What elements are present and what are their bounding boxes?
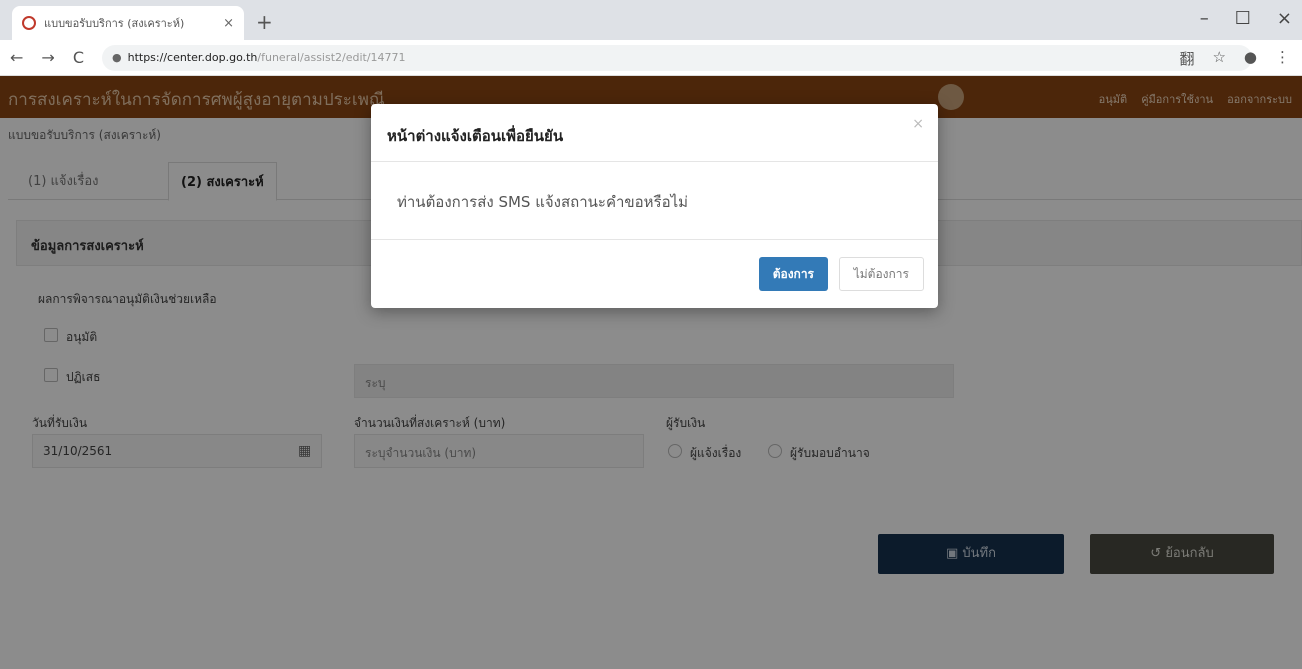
translate-icon[interactable]: 翻 xyxy=(1179,48,1194,69)
browser-toolbar-right: 翻 ☆ ● ⋮ xyxy=(1179,48,1290,69)
lock-icon: ● xyxy=(111,51,122,64)
browser-tab[interactable]: แบบขอรับบริการ (สงเคราะห์) × xyxy=(12,6,244,40)
confirm-button[interactable]: ต้องการ xyxy=(758,257,828,291)
new-tab-button[interactable]: + xyxy=(256,10,273,34)
site-favicon-icon xyxy=(22,16,36,30)
close-window-button[interactable]: × xyxy=(1277,8,1292,29)
back-arrow-icon[interactable]: ← xyxy=(10,48,23,67)
browser-tab-strip: แบบขอรับบริการ (สงเคราะห์) × + – ☐ × xyxy=(0,0,1302,40)
dialog-footer: ต้องการ ไม่ต้องการ xyxy=(371,240,938,308)
url-input[interactable]: ● https://center.dop.go.th /funeral/assi… xyxy=(101,44,1252,71)
confirm-dialog: หน้าต่างแจ้งเตือนเพื่อยืนยัน × ท่านต้องก… xyxy=(371,104,938,308)
url-path: /funeral/assist2/edit/14771 xyxy=(257,51,406,64)
reload-icon[interactable]: C xyxy=(73,48,84,67)
forward-arrow-icon[interactable]: → xyxy=(41,48,54,67)
window-controls: – ☐ × xyxy=(1200,8,1292,29)
browser-tab-title: แบบขอรับบริการ (สงเคราะห์) xyxy=(44,17,185,30)
dialog-title: หน้าต่างแจ้งเตือนเพื่อยืนยัน xyxy=(371,104,938,162)
minimize-button[interactable]: – xyxy=(1200,8,1209,29)
maximize-button[interactable]: ☐ xyxy=(1235,8,1251,29)
dialog-close-icon[interactable]: × xyxy=(912,116,924,132)
dialog-message: ท่านต้องการส่ง SMS แจ้งสถานะคำขอหรือไม่ xyxy=(371,162,938,240)
cancel-button[interactable]: ไม่ต้องการ xyxy=(838,257,924,291)
browser-menu-icon[interactable]: ⋮ xyxy=(1275,48,1290,69)
url-host: https://center.dop.go.th xyxy=(127,51,258,64)
tab-close-icon[interactable]: × xyxy=(223,16,234,31)
account-icon[interactable]: ● xyxy=(1244,48,1257,69)
bookmark-star-icon[interactable]: ☆ xyxy=(1212,48,1225,69)
address-bar: ← → C ● https://center.dop.go.th /funera… xyxy=(0,40,1302,76)
